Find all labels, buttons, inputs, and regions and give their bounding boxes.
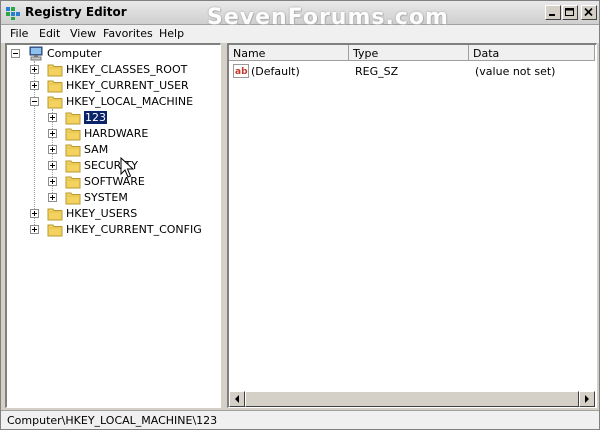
mouse-cursor-icon xyxy=(120,157,134,178)
folder-icon xyxy=(65,128,81,141)
tree-item-system[interactable]: SYSTEM xyxy=(7,190,217,206)
value-name: (Default) xyxy=(251,65,300,78)
column-header-label: Data xyxy=(473,47,500,60)
tree-item-hardware[interactable]: HARDWARE xyxy=(7,126,217,142)
folder-icon xyxy=(47,80,63,93)
maximize-button[interactable] xyxy=(562,5,578,20)
status-path: Computer\HKEY_LOCAL_MACHINE\123 xyxy=(7,414,218,427)
folder-icon xyxy=(65,192,81,205)
close-icon xyxy=(584,8,593,17)
horizontal-scrollbar[interactable] xyxy=(229,391,595,407)
arrow-left-icon xyxy=(235,395,239,403)
expand-toggle[interactable] xyxy=(48,193,57,202)
tree-label: HKEY_CLASSES_ROOT xyxy=(66,63,188,76)
status-bar: Computer\HKEY_LOCAL_MACHINE\123 xyxy=(1,410,599,429)
expand-toggle[interactable] xyxy=(30,209,39,218)
regedit-icon xyxy=(6,7,20,20)
tree-label: HARDWARE xyxy=(84,127,149,140)
expand-toggle[interactable] xyxy=(30,65,39,74)
tree-item-computer[interactable]: Computer xyxy=(7,46,217,62)
tree-item-123[interactable]: 123 xyxy=(7,110,217,126)
tree-label: SYSTEM xyxy=(84,191,128,204)
menu-favorites[interactable]: Favorites xyxy=(103,27,153,40)
menu-help[interactable]: Help xyxy=(159,27,184,40)
tree-item-hkey-current-user[interactable]: HKEY_CURRENT_USER xyxy=(7,78,217,94)
column-header-name[interactable]: Name xyxy=(229,45,349,61)
arrow-right-icon xyxy=(585,395,589,403)
folder-icon xyxy=(65,176,81,189)
column-header-type[interactable]: Type xyxy=(349,45,469,61)
tree-item-hkey-current-config[interactable]: HKEY_CURRENT_CONFIG xyxy=(7,222,217,238)
tree-view[interactable]: Computer HKEY_CLASSES_ROOT HKEY_CURRENT_… xyxy=(5,43,221,408)
tree-label: HKEY_LOCAL_MACHINE xyxy=(66,95,194,108)
column-header-label: Name xyxy=(233,47,266,60)
registry-editor-window: Registry Editor SevenForums.com File Edi… xyxy=(0,0,600,430)
collapse-toggle[interactable] xyxy=(30,97,39,106)
tree-item-software[interactable]: SOFTWARE xyxy=(7,174,217,190)
svg-text:ab: ab xyxy=(235,67,248,77)
computer-icon xyxy=(29,46,43,61)
title-bar[interactable]: Registry Editor SevenForums.com xyxy=(1,1,599,30)
tree-label: SOFTWARE xyxy=(84,175,145,188)
value-type: REG_SZ xyxy=(355,65,399,78)
expand-toggle[interactable] xyxy=(30,225,39,234)
tree-item-security[interactable]: SECURITY xyxy=(7,158,217,174)
maximize-icon xyxy=(565,8,574,16)
column-header-label: Type xyxy=(353,47,379,60)
value-data: (value not set) xyxy=(475,65,556,78)
tree-item-hkey-classes-root[interactable]: HKEY_CLASSES_ROOT xyxy=(7,62,217,78)
tree-item-hkey-local-machine[interactable]: HKEY_LOCAL_MACHINE xyxy=(7,94,217,110)
tree-label-computer: Computer xyxy=(47,47,102,60)
menu-edit[interactable]: Edit xyxy=(39,27,60,40)
expand-toggle[interactable] xyxy=(48,145,57,154)
folder-icon xyxy=(47,224,63,237)
menu-bar: File Edit View Favorites Help xyxy=(1,25,599,43)
tree-label: HKEY_USERS xyxy=(66,207,138,220)
values-list[interactable]: Name Type Data ab (Default) REG_SZ (valu… xyxy=(227,43,597,408)
expand-toggle[interactable] xyxy=(30,81,39,90)
string-value-icon: ab xyxy=(233,64,249,78)
expand-toggle[interactable] xyxy=(48,177,57,186)
tree-item-sam[interactable]: SAM xyxy=(7,142,217,158)
tree-label: SAM xyxy=(84,143,109,156)
folder-icon xyxy=(47,96,63,109)
collapse-toggle[interactable] xyxy=(11,49,20,58)
folder-icon xyxy=(47,64,63,77)
folder-icon xyxy=(65,112,81,125)
menu-view[interactable]: View xyxy=(70,27,96,40)
scroll-thumb[interactable] xyxy=(245,391,579,407)
expand-toggle[interactable] xyxy=(48,161,57,170)
scroll-right-button[interactable] xyxy=(579,391,595,407)
expand-toggle[interactable] xyxy=(48,113,57,122)
tree-label: HKEY_CURRENT_USER xyxy=(66,79,189,92)
folder-icon xyxy=(65,160,81,173)
tree-item-hkey-users[interactable]: HKEY_USERS xyxy=(7,206,217,222)
close-button[interactable] xyxy=(581,5,597,20)
tree-label: HKEY_CURRENT_CONFIG xyxy=(66,223,202,236)
expand-toggle[interactable] xyxy=(48,129,57,138)
window-title: Registry Editor xyxy=(25,5,127,19)
minimize-button[interactable] xyxy=(545,5,561,20)
menu-file[interactable]: File xyxy=(10,27,28,40)
folder-icon xyxy=(65,144,81,157)
folder-icon xyxy=(47,208,63,221)
column-header-data[interactable]: Data xyxy=(469,45,595,61)
minimize-icon xyxy=(549,14,555,16)
scroll-left-button[interactable] xyxy=(229,391,245,407)
tree-label-selected: 123 xyxy=(83,110,108,125)
